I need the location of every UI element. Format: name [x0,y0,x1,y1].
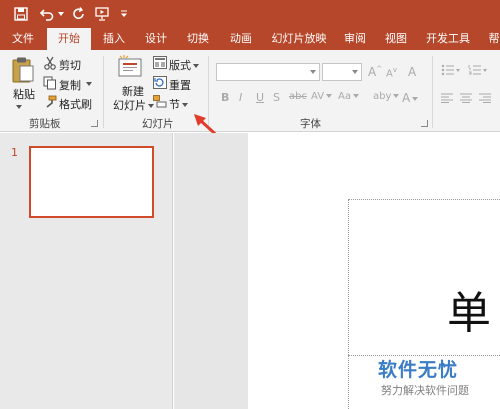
shrink-font-label: A [386,68,393,80]
italic-button[interactable]: I [239,91,242,104]
grow-font-button[interactable]: A^ [368,65,382,79]
highlight-label: aby [373,91,392,102]
reset-button[interactable]: 重置 [169,77,191,93]
cut-icon[interactable] [43,56,57,73]
section-icon[interactable] [153,95,167,111]
underline-button[interactable]: U [256,91,264,104]
layout-label: 版式 [169,59,191,72]
align-center-icon[interactable] [460,92,472,106]
change-case-label: Aa [338,91,351,102]
cut-button[interactable]: 剪切 [59,57,81,73]
font-launcher-icon[interactable] [421,120,428,127]
watermark-logo: 软件无忧 [378,359,459,381]
text-shadow-button[interactable]: S [273,91,280,104]
new-slide-icon[interactable] [117,55,143,82]
font-size-dropdown-icon[interactable] [352,70,358,74]
character-spacing-label: AV [311,91,325,102]
font-color-button[interactable]: A [402,91,419,105]
clipboard-launcher-icon[interactable] [91,120,98,127]
tab-design[interactable]: 设计 [139,28,173,50]
save-icon[interactable] [12,5,30,23]
numbering-icon[interactable] [468,64,488,79]
font-name-dropdown-icon[interactable] [310,70,316,74]
new-slide-label-2[interactable]: 幻灯片 [113,97,154,113]
title-bar [0,0,500,28]
slide-number: 1 [11,146,18,159]
bold-button[interactable]: B [221,91,229,104]
ribbon-tabs: 文件 开始 插入 设计 切换 动画 幻灯片放映 审阅 视图 开发工具 帮 [0,28,500,51]
highlight-button[interactable]: aby [373,91,400,102]
undo-dropdown-icon[interactable] [57,5,65,23]
font-name-combo[interactable] [216,63,320,81]
copy-button[interactable]: 复制 [59,77,81,93]
format-painter-button[interactable]: 格式刷 [59,96,92,112]
pane-gutter [174,133,248,409]
tab-review[interactable]: 审阅 [338,28,372,50]
layout-icon[interactable] [153,56,167,72]
font-group-label: 字体 [300,118,321,130]
reset-icon[interactable] [153,76,167,92]
section-label: 节 [169,98,180,111]
customize-toolbar-icon[interactable] [119,5,129,23]
layout-button[interactable]: 版式 [169,57,199,73]
slide-thumbnail[interactable] [29,146,154,218]
tab-developer[interactable]: 开发工具 [422,28,474,50]
watermark-subtitle: 努力解决软件问题 [381,384,469,397]
tab-insert[interactable]: 插入 [97,28,131,50]
tab-help[interactable]: 帮 [484,28,500,50]
undo-icon[interactable] [38,5,56,23]
character-spacing-button[interactable]: AV [311,91,333,102]
font-color-label: A [402,91,411,105]
strikethrough-button[interactable]: abc [289,91,307,102]
present-from-start-icon[interactable] [93,5,111,23]
copy-dropdown-icon[interactable] [84,77,92,90]
slide-title-text[interactable]: 单 [447,292,491,336]
clear-formatting-button[interactable]: A [408,65,416,79]
tab-file[interactable]: 文件 [6,28,40,50]
tab-home[interactable]: 开始 [47,28,91,51]
new-slide-label-line2: 幻灯片 [113,99,146,112]
paste-dropdown-icon[interactable] [14,100,22,113]
copy-icon[interactable] [43,76,57,93]
group-divider [432,56,433,128]
align-left-icon[interactable] [441,92,453,106]
bullets-icon[interactable] [441,64,461,79]
section-button[interactable]: 节 [169,96,188,112]
font-size-combo[interactable] [322,63,362,81]
format-painter-icon[interactable] [43,95,57,112]
slides-group-label: 幻灯片 [142,118,174,130]
redo-icon[interactable] [70,5,88,23]
tab-animations[interactable]: 动画 [224,28,258,50]
paste-icon[interactable] [11,56,35,87]
tab-slideshow[interactable]: 幻灯片放映 [269,28,329,50]
group-divider [103,56,104,128]
clipboard-group-label: 剪贴板 [29,118,61,130]
grow-font-label: A [368,65,377,79]
change-case-button[interactable]: Aa [338,91,359,102]
tab-view[interactable]: 视图 [379,28,413,50]
ribbon-home: 粘贴 剪切 复制 格式刷 剪贴板 新建 幻灯片 版式 重置 节 幻灯片 A^ A… [0,50,500,144]
tab-transitions[interactable]: 切换 [181,28,215,50]
align-right-icon[interactable] [479,92,491,106]
shrink-font-button[interactable]: Av [386,66,397,79]
